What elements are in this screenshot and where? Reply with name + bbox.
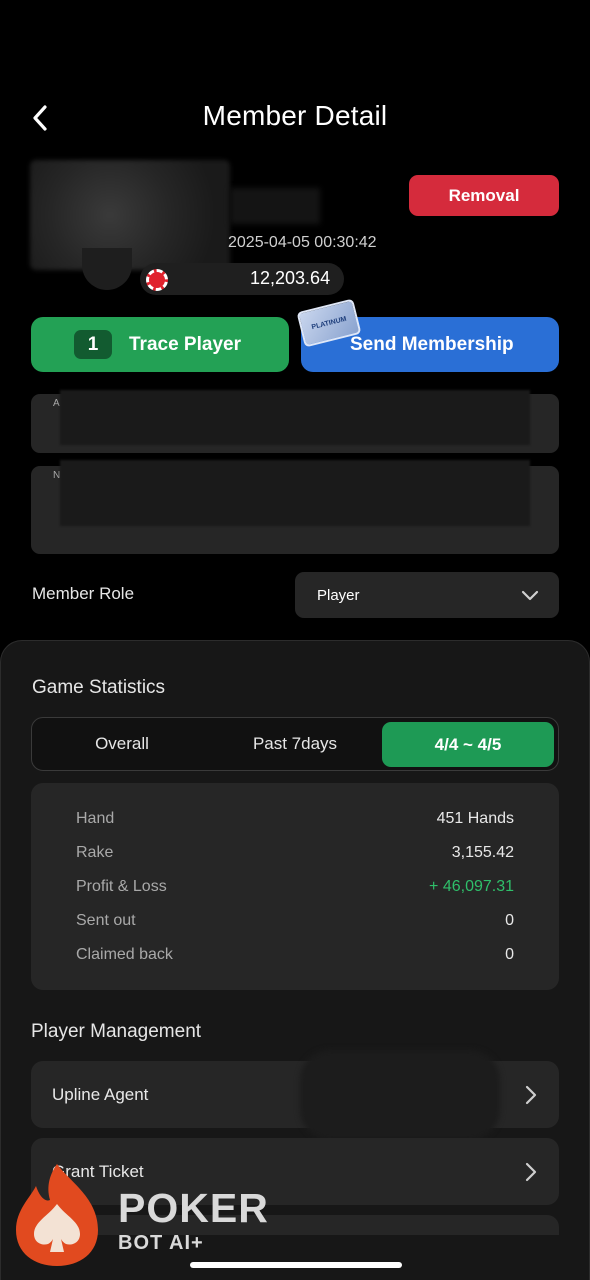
upline-agent-label: Upline Agent [52, 1084, 149, 1104]
last-active-timestamp: 2025-04-05 00:30:42 [228, 234, 377, 251]
removal-button[interactable]: Removal [409, 175, 559, 216]
chevron-right-icon [525, 1162, 537, 1182]
chevron-right-icon [525, 1085, 537, 1105]
stat-label: Profit & Loss [76, 878, 167, 895]
stats-period-tabs: Overall Past 7days 4/4 ~ 4/5 [31, 717, 559, 771]
tab-date-range[interactable]: 4/4 ~ 4/5 [382, 722, 554, 767]
upline-agent-redacted [300, 1050, 500, 1140]
poker-chip-icon [146, 269, 168, 291]
stat-row-rake: Rake 3,155.42 [76, 841, 514, 865]
trace-player-label: Trace Player [129, 333, 241, 355]
stats-card: Hand 451 Hands Rake 3,155.42 Profit & Lo… [31, 783, 559, 990]
note-field-redacted [60, 460, 530, 526]
game-statistics-heading: Game Statistics [32, 677, 166, 698]
flame-spade-icon [16, 1164, 98, 1266]
member-role-value: Player [317, 586, 360, 604]
account-field-redacted [60, 390, 530, 445]
player-management-heading: Player Management [31, 1021, 202, 1042]
chevron-down-icon [521, 590, 539, 601]
header: Member Detail [0, 88, 590, 148]
stat-value: 0 [505, 912, 514, 929]
trace-count-badge: 1 [74, 330, 112, 359]
stat-value: 0 [505, 946, 514, 963]
stat-value: + 46,097.31 [429, 878, 514, 895]
member-role-label: Member Role [32, 584, 135, 603]
tab-past-7days[interactable]: Past 7days [208, 718, 382, 770]
send-membership-label: Send Membership [350, 333, 514, 355]
watermark-sub: BOT AI+ [118, 1232, 204, 1254]
stat-label: Hand [76, 810, 115, 827]
stat-row-sent-out: Sent out 0 [76, 909, 514, 933]
stat-label: Claimed back [76, 946, 173, 963]
trace-player-button[interactable]: 1 Trace Player [31, 317, 289, 372]
stat-row-profit-loss: Profit & Loss + 46,097.31 [76, 875, 514, 899]
stat-label: Rake [76, 844, 114, 861]
stat-row-hand: Hand 451 Hands [76, 807, 514, 831]
tab-overall[interactable]: Overall [36, 718, 208, 770]
account-field-label: A [53, 398, 60, 409]
stat-row-claimed-back: Claimed back 0 [76, 943, 514, 967]
home-indicator[interactable] [190, 1262, 402, 1268]
avatar-frame [82, 248, 132, 290]
stat-value: 3,155.42 [451, 844, 514, 861]
page-title: Member Detail [202, 100, 388, 131]
poker-bot-watermark: POKER BOT AI+ [10, 1160, 270, 1270]
stat-label: Sent out [76, 912, 136, 929]
chips-value: 12,203.64 [250, 268, 331, 288]
stat-value: 451 Hands [436, 810, 514, 827]
member-name-redacted [230, 188, 320, 224]
watermark-word: POKER [118, 1185, 269, 1231]
member-role-select[interactable]: Player [295, 572, 559, 618]
